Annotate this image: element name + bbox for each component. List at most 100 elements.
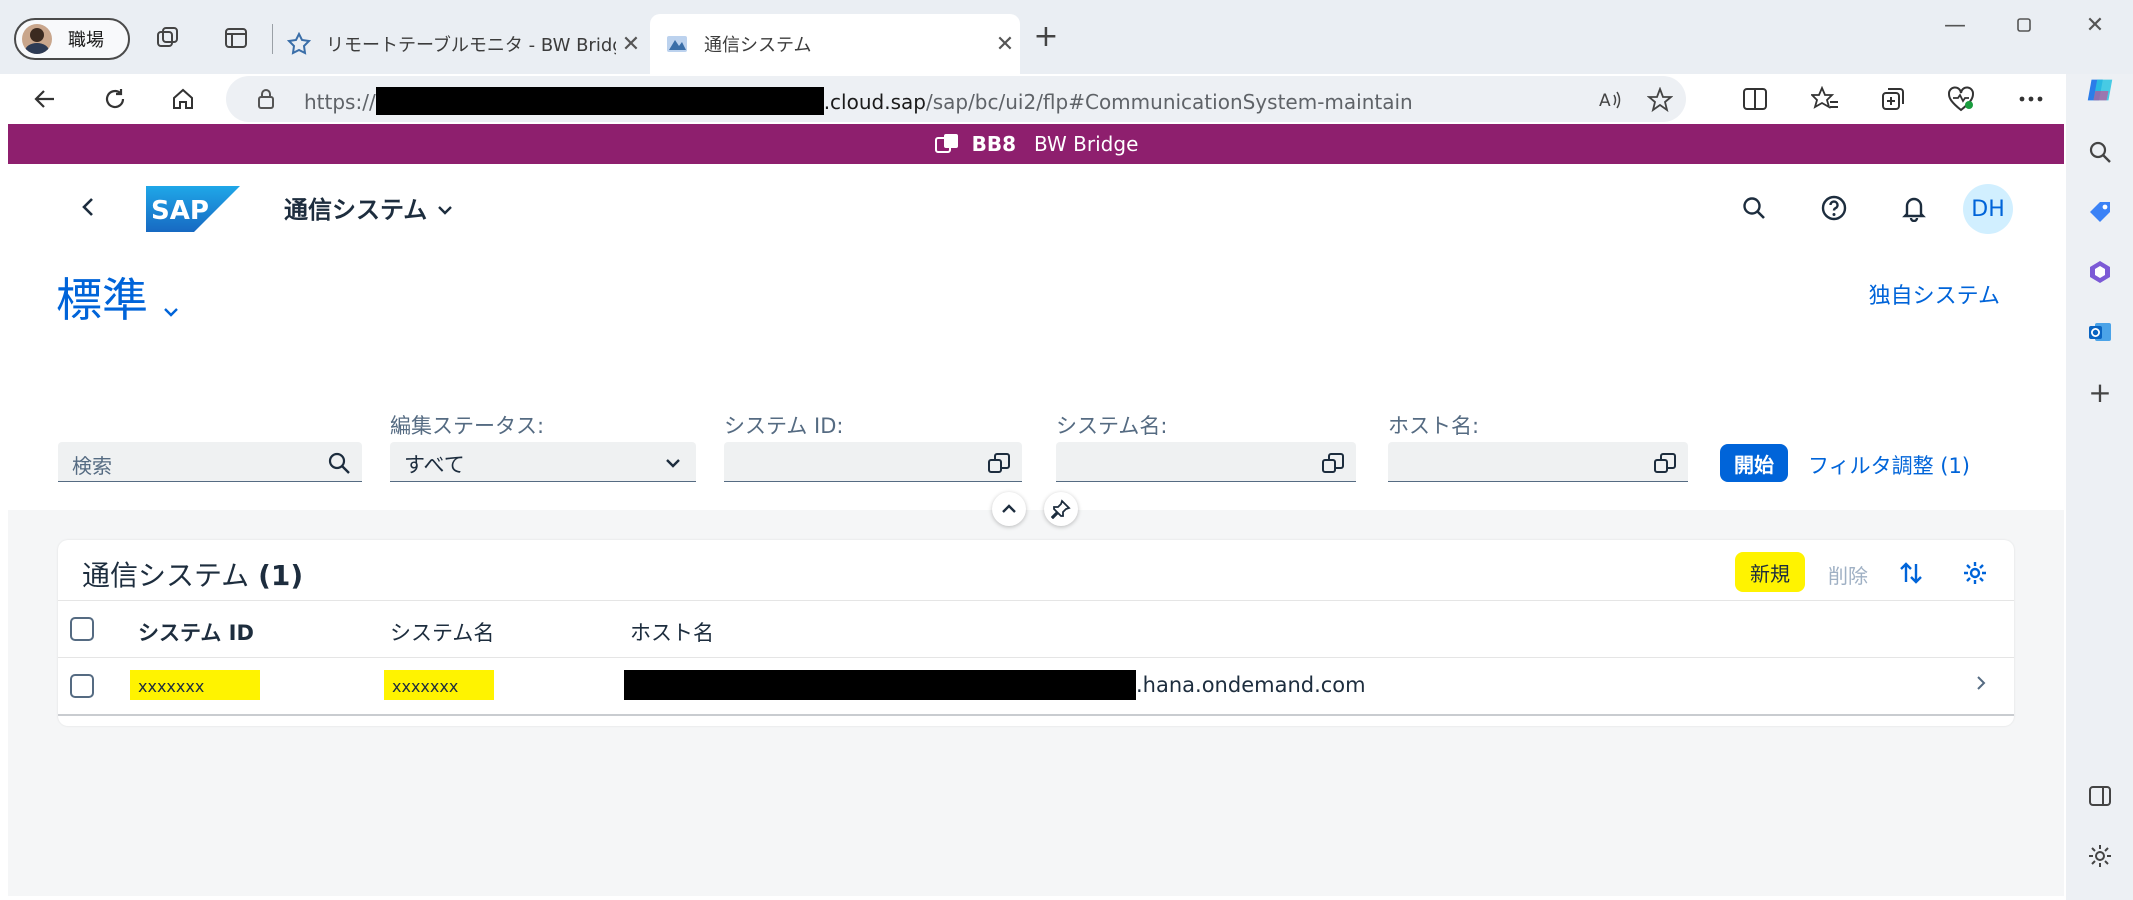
browser-titlebar: 職場 リモートテーブルモニタ - BW Bridge (S ✕ 通信システム ✕… — [0, 0, 2133, 74]
column-host-name[interactable]: ホスト名 — [630, 617, 714, 647]
collections-icon[interactable] — [1876, 82, 1910, 116]
search-icon[interactable] — [326, 450, 352, 476]
minimize-icon[interactable]: — — [1935, 10, 1975, 40]
lock-icon[interactable] — [256, 88, 276, 114]
address-bar[interactable]: https:// .cloud.sap/sap/bc/ui2/flp#Commun… — [226, 76, 1686, 122]
system-bar: BB8 BW Bridge — [8, 124, 2064, 164]
row-checkbox[interactable] — [70, 674, 94, 698]
chevron-down-icon — [660, 450, 686, 476]
table-settings-icon[interactable] — [1960, 558, 1990, 588]
column-system-name[interactable]: システム名 — [390, 617, 494, 647]
app-title-menu[interactable]: 通信システム — [284, 190, 453, 225]
m365-icon[interactable] — [2084, 256, 2116, 288]
value-help-icon[interactable] — [1652, 450, 1678, 476]
adapt-filters-button[interactable]: フィルタ調整 (1) — [1808, 450, 1970, 480]
chevron-up-icon — [1002, 504, 1016, 513]
shell-bar: SAP 通信システム DH — [8, 164, 2064, 250]
url-prefix: https:// — [304, 90, 376, 114]
url-text: https:// .cloud.sap/sap/bc/ui2/flp#Commun… — [304, 87, 1413, 115]
tab-title: 通信システム — [704, 35, 812, 56]
profile-label: 職場 — [68, 30, 104, 51]
user-avatar[interactable]: DH — [1963, 184, 2013, 234]
close-icon[interactable]: ✕ — [990, 32, 1020, 57]
tab-title: リモートテーブルモニタ - BW Bridge (S — [326, 35, 616, 56]
svg-text:A: A — [1599, 91, 1611, 111]
vertical-tabs-icon[interactable] — [220, 22, 252, 54]
table-count: (1) — [258, 559, 304, 592]
host-suffix: .hana.ondemand.com — [1136, 673, 1366, 697]
tab-remote-table-monitor[interactable]: リモートテーブルモニタ - BW Bridge (S ✕ — [286, 14, 646, 74]
browser-toolbar: https:// .cloud.sap/sap/bc/ui2/flp#Commun… — [0, 74, 2133, 124]
chevron-down-icon — [162, 275, 180, 329]
system-name-input[interactable] — [1056, 442, 1356, 482]
read-aloud-icon[interactable]: A — [1596, 86, 1624, 114]
copilot-icon[interactable] — [2084, 74, 2116, 106]
variant-selector[interactable]: 標準 — [56, 264, 180, 330]
favorite-star-icon[interactable] — [1646, 86, 1674, 114]
pin-header-button[interactable] — [1044, 492, 1078, 526]
back-button[interactable] — [80, 192, 96, 225]
shopping-tag-icon[interactable] — [2084, 196, 2116, 228]
tenant-icon — [934, 134, 958, 153]
workspaces-icon[interactable] — [152, 22, 184, 54]
table-title: 通信システム (1) — [82, 554, 303, 594]
profile-avatar — [22, 24, 52, 54]
notifications-bell-icon[interactable] — [1894, 188, 1934, 228]
table-title-text: 通信システム — [82, 559, 250, 592]
system-id-input[interactable] — [724, 442, 1022, 482]
row-navigation-chevron-icon[interactable] — [1976, 672, 1986, 697]
delete-button[interactable]: 削除 — [1828, 560, 1868, 589]
settings-gear-icon[interactable] — [2084, 840, 2116, 872]
edit-status-label: 編集ステータス: — [390, 414, 545, 438]
collapse-header-button[interactable] — [992, 492, 1026, 526]
close-icon[interactable]: ✕ — [616, 32, 646, 57]
home-icon[interactable] — [164, 80, 202, 118]
favorites-icon[interactable] — [1808, 82, 1842, 116]
own-system-link[interactable]: 独自システム — [1869, 278, 2000, 310]
host-redaction — [624, 670, 1136, 700]
system-name-label: システム名: — [1056, 414, 1168, 438]
table-row[interactable]: xxxxxxx xxxxxxx .hana.ondemand.com — [58, 658, 2014, 716]
host-name-label: ホスト名: — [1388, 414, 1480, 438]
sidebar-toggle-icon[interactable] — [2084, 780, 2116, 812]
select-all-checkbox[interactable] — [70, 617, 94, 641]
table-header: システム ID システム名 ホスト名 — [58, 600, 2014, 658]
search-icon[interactable] — [2084, 136, 2116, 168]
cell-host-name: .hana.ondemand.com — [624, 670, 1366, 700]
new-button[interactable]: 新規 — [1735, 552, 1805, 592]
sort-icon[interactable] — [1896, 558, 1926, 588]
search-icon[interactable] — [1734, 188, 1774, 228]
new-tab-button[interactable]: + — [1030, 22, 1062, 54]
add-icon[interactable]: + — [2084, 376, 2116, 409]
edit-status-select[interactable]: すべて — [390, 442, 696, 482]
help-icon[interactable] — [1814, 188, 1854, 228]
sap-logo[interactable]: SAP — [146, 186, 240, 232]
reload-icon[interactable] — [96, 80, 134, 118]
column-system-id[interactable]: システム ID — [138, 617, 254, 647]
maximize-icon[interactable] — [2004, 10, 2044, 40]
value-help-icon[interactable] — [1320, 450, 1346, 476]
url-domain: .cloud.sap — [823, 90, 926, 114]
host-name-input[interactable] — [1388, 442, 1688, 482]
profile-button[interactable]: 職場 — [14, 18, 130, 60]
back-icon[interactable] — [26, 80, 64, 118]
edge-sidebar: + — [2066, 74, 2133, 900]
value-help-icon[interactable] — [986, 450, 1012, 476]
fiori-app-icon — [664, 31, 690, 57]
url-path: /sap/bc/ui2/flp#CommunicationSystem-main… — [925, 90, 1413, 114]
system-id-label: システム ID: — [724, 414, 844, 438]
tab-communication-system[interactable]: 通信システム ✕ — [650, 14, 1020, 74]
url-redaction — [375, 87, 824, 115]
outlook-icon[interactable] — [2084, 316, 2116, 348]
window-close-icon[interactable]: ✕ — [2075, 10, 2115, 40]
pin-icon — [1051, 499, 1071, 519]
sap-gear-icon — [286, 31, 312, 57]
more-icon[interactable] — [2014, 82, 2048, 116]
system-id: BB8 — [971, 132, 1017, 156]
svg-text:SAP: SAP — [151, 196, 209, 226]
go-button[interactable]: 開始 — [1720, 444, 1788, 482]
fiori-page: BB8 BW Bridge SAP 通信システム DH 標準 独自システム 検索… — [8, 124, 2064, 896]
split-screen-icon[interactable] — [1738, 82, 1772, 116]
browser-essentials-icon[interactable] — [1944, 82, 1978, 116]
search-input[interactable]: 検索 — [58, 442, 362, 482]
